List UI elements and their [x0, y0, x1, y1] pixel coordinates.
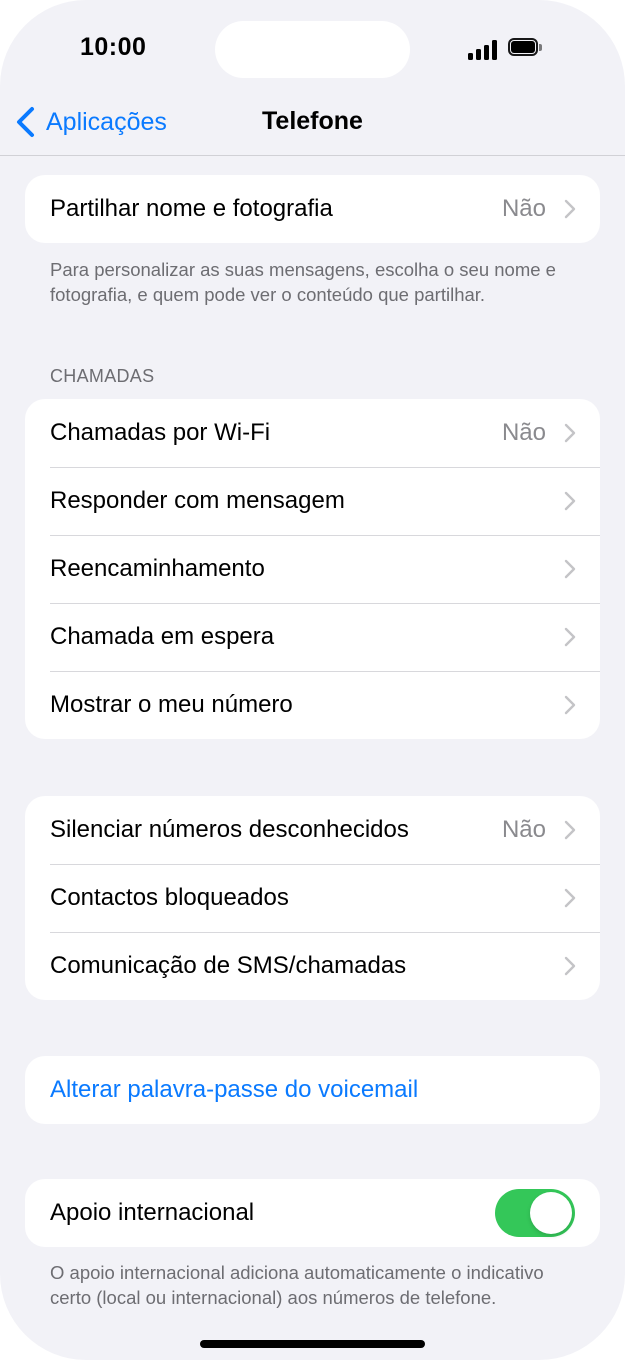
row-label: Mostrar o meu número: [50, 691, 293, 718]
row-label: Chamadas por Wi-Fi: [50, 419, 271, 446]
row-value: Não: [501, 816, 546, 843]
phone-screen: 10:00 Aplicações Telefone Partilhar nome…: [0, 0, 625, 1360]
row-call-forwarding[interactable]: Reencaminhamento: [25, 535, 600, 603]
change-voicemail-password-link[interactable]: Alterar palavra-passe do voicemail: [25, 1056, 600, 1124]
row-show-my-number[interactable]: Mostrar o meu número: [25, 671, 600, 739]
chevron-right-icon: [564, 199, 576, 219]
chevron-right-icon: [564, 820, 576, 840]
row-international-assist: Apoio internacional: [25, 1179, 600, 1247]
status-time: 10:00: [80, 33, 147, 61]
row-label: Contactos bloqueados: [50, 884, 289, 911]
row-value: Não: [501, 195, 546, 222]
row-share-name-photo[interactable]: Partilhar nome e fotografia Não: [25, 175, 600, 243]
international-footer: O apoio internacional adiciona automatic…: [50, 1262, 544, 1308]
voicemail-group: Alterar palavra-passe do voicemail: [25, 1056, 600, 1124]
row-label: Comunicação de SMS/chamadas: [50, 952, 407, 979]
blocking-group: Silenciar números desconhecidos Não Cont…: [25, 796, 600, 1000]
section-header-calls: CHAMADAS: [50, 366, 155, 386]
navigation-bar: Aplicações Telefone: [0, 90, 625, 156]
row-label: Apoio internacional: [50, 1199, 255, 1226]
toggle-knob: [530, 1192, 572, 1234]
dynamic-island: [215, 21, 410, 78]
chevron-right-icon: [564, 695, 576, 715]
calls-group: Chamadas por Wi-Fi Não Responder com men…: [25, 399, 600, 739]
international-group: Apoio internacional: [25, 1179, 600, 1247]
home-indicator[interactable]: [200, 1340, 425, 1348]
chevron-right-icon: [564, 888, 576, 908]
row-respond-with-text[interactable]: Responder com mensagem: [25, 467, 600, 535]
share-group: Partilhar nome e fotografia Não: [25, 175, 600, 243]
battery-icon: [508, 38, 544, 58]
chevron-right-icon: [564, 627, 576, 647]
share-footer: Para personalizar as suas mensagens, esc…: [50, 259, 556, 305]
row-wifi-calling[interactable]: Chamadas por Wi-Fi Não: [25, 399, 600, 467]
signal-icon: [468, 38, 498, 60]
row-label: Partilhar nome e fotografia: [50, 195, 333, 222]
row-label: Chamada em espera: [50, 623, 275, 650]
row-blocked-contacts[interactable]: Contactos bloqueados: [25, 864, 600, 932]
row-sms-call-reporting[interactable]: Comunicação de SMS/chamadas: [25, 932, 600, 1000]
page-title: Telefone: [262, 107, 363, 135]
row-call-waiting[interactable]: Chamada em espera: [25, 603, 600, 671]
row-label: Responder com mensagem: [50, 487, 345, 514]
chevron-right-icon: [564, 423, 576, 443]
row-label: Silenciar números desconhecidos: [50, 816, 409, 843]
chevron-right-icon: [564, 491, 576, 511]
link-label: Alterar palavra-passe do voicemail: [50, 1076, 419, 1103]
international-assist-toggle[interactable]: [495, 1189, 575, 1237]
row-value: Não: [501, 419, 546, 446]
row-silence-unknown[interactable]: Silenciar números desconhecidos Não: [25, 796, 600, 864]
chevron-right-icon: [564, 956, 576, 976]
row-label: Reencaminhamento: [50, 555, 265, 582]
chevron-right-icon: [564, 559, 576, 579]
